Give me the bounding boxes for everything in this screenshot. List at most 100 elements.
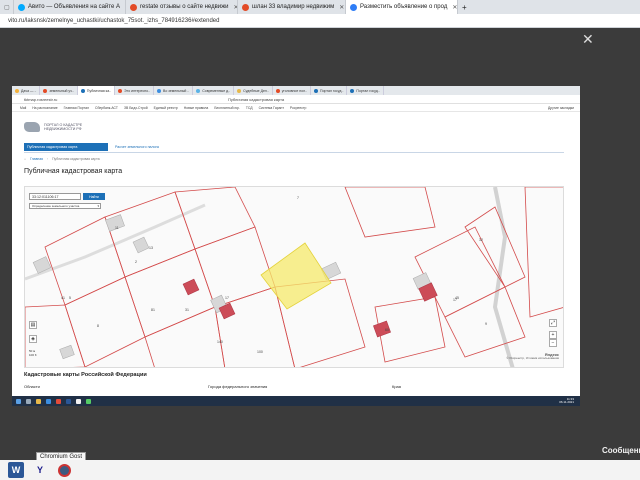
tab-post-ad[interactable]: Разместить объявление о прод ✕ [346,0,458,14]
russia-map-logo [24,122,40,132]
bookmark-item: Система Гарант [258,105,284,110]
parcel-label: 9 [485,322,487,326]
bookmarks-bar: Mail На распознание Главная Портал Сбербанк… [12,104,580,112]
tab-avito[interactable]: Авито — Объявления на сайте А ✕ [14,0,126,14]
restate-icon [130,3,137,11]
chevron-down-icon: ▾ [97,204,99,208]
bookmark-item: Единый реестр [153,105,178,110]
app-icon [86,398,91,404]
inner-tab: Судебные Дел.. [234,86,273,95]
parcel-label: 11 [115,226,119,230]
layers-icon[interactable]: ▤ [29,321,37,329]
find-button[interactable]: Найти [83,193,105,200]
inner-tab-label: уголовное пол.. [281,88,308,93]
nav-public-map: Публичная кадастровая карта [24,143,108,151]
bookmark-item: ТСД [245,105,253,110]
cadastral-search-input[interactable]: 33:12:011106:17 [29,193,81,200]
inner-tab: Публичная ка.. [77,86,116,95]
yandex-browser-icon[interactable]: Y [32,462,48,478]
tab-favicon-icon [43,88,48,93]
inner-address-bar: tktmap.rosreestr.ru Публичная кадастрова… [12,95,580,104]
select-value: Определение земельного участка [32,204,80,208]
yandex-icon [76,398,81,404]
tab-favicon-icon [237,88,242,93]
close-icon[interactable]: ✕ [339,4,344,11]
word-icon[interactable]: W [8,462,24,478]
search-type-select[interactable]: Определение земельного участка ▾ [29,203,101,209]
search-icon [26,398,31,404]
credit-text: © Росреестр, Условия использования [506,355,559,360]
map-credit: Яндекс © Росреестр, Условия использовани… [506,353,559,360]
breadcrumb: ⌂ Главная › Публичная кадастровая карта [24,157,100,161]
messages-label[interactable]: Сообщени [602,446,640,455]
other-bookmarks: Другие закладки [548,105,574,110]
inner-tab-label: Это интересно.. [124,88,151,93]
bookmark-item: Росреестр [289,105,307,110]
bookmark-item: На распознание [32,105,58,110]
breadcrumb-item: Главная [30,157,43,161]
folder-icon [36,398,41,404]
inner-tab-label: Во земельный .. [163,88,190,93]
close-icon[interactable]: ✕ [452,4,457,11]
clock: 11:33 06.11.2021 [559,397,580,405]
taskbar: W Y [0,460,640,480]
inner-tab-label: Судебные Дел.. [243,88,269,93]
zoom-in-button[interactable]: + [549,331,557,339]
divider [24,152,564,153]
parcel-label: 7 [297,196,299,200]
outer-tab-strip: ▢ Авито — Объявления на сайте А ✕ restat… [0,0,640,14]
inner-tab-label: Публичная ка.. [86,88,112,93]
word-icon [66,398,71,404]
clock-date: 06.11.2021 [559,400,574,404]
inner-tab: Во земельный .. [154,86,194,95]
tab-favicon-icon [80,88,85,93]
tab-label: шлан 33 владимир недвижим [252,4,335,10]
bookmark-item: Сбербанк-АСТ [95,105,118,110]
tab-item[interactable]: ▢ [0,0,14,14]
plus-icon: + [462,2,467,12]
url-text: vito.ru/laksnsk/zemelnye_uchastki/uchast… [8,17,220,24]
tab-shlan[interactable]: шлан 33 владимир недвижим ✕ [238,0,346,14]
stack-icon[interactable]: ◈ [29,335,37,343]
separator: › [46,157,49,161]
url-text: tktmap.rosreestr.ru [24,96,58,102]
bookmark-item: Новые правила [183,105,209,110]
map-canvas: 711132532318114010045841 1760917 [25,187,563,367]
address-bar[interactable]: vito.ru/laksnsk/zemelnye_uchastki/uchast… [0,14,640,28]
section-title: Кадастровые карты Российской Федерации [24,372,147,378]
inner-taskbar: 11:33 06.11.2021 [12,396,580,406]
inner-tab: Современные д.. [193,86,235,95]
scale-bar: 50 м 100 ft [29,349,37,357]
tab-favicon-icon [275,88,280,93]
tab-restate[interactable]: restate отзывы о сайте недвижи ✕ [126,0,238,14]
cadastral-map: 7 11 13 2 5 32 31 81 140 100 45 8 41 17 60 9 17 33:12:01… [24,186,564,368]
parcel-label: 5 [69,296,71,300]
parcel-label: 140 [217,340,223,344]
selected-parcel[interactable] [260,242,332,310]
bookmark-item: Бесплатный юр. [214,105,240,110]
chromium-gost-icon[interactable] [56,462,72,478]
inner-tab: земельный уч.. [40,86,78,95]
zoom-out-button[interactable]: − [549,339,557,347]
portal-header: ПОРТАЛ О КАДАСТРЕ НЕДВИЖИМОСТИ РФ [24,122,104,132]
inner-page-title: Публичная кадастровая карта [228,96,285,102]
inner-tab: Портал госуд.. [311,86,348,95]
column-header: Города федерального значения [208,384,268,389]
browser-icon [46,398,51,404]
parcel-label: 8 [97,324,99,328]
bookmark-item: Главная Портал [63,105,89,110]
avito-icon [350,3,357,11]
portal-name: ПОРТАЛ О КАДАСТРЕ НЕДВИЖИМОСТИ РФ [44,123,104,131]
tab-favicon-icon [118,88,123,93]
fullscreen-icon[interactable]: ⤢ [549,319,557,327]
inner-tab-label: Портал госуд.. [320,88,344,93]
inner-tab-label: земельный уч.. [49,88,74,93]
chrome-icon [56,398,61,404]
parcel-label: 17 [453,298,457,302]
tab-favicon-icon [314,88,319,93]
inner-tab: уголовное пол.. [273,86,312,95]
close-icon[interactable]: ✕ [582,32,594,46]
inner-tab: Портал госуд.. [347,86,384,95]
inner-tab-label: Портал госуд.. [356,88,380,93]
new-tab-button[interactable]: + [458,0,471,14]
